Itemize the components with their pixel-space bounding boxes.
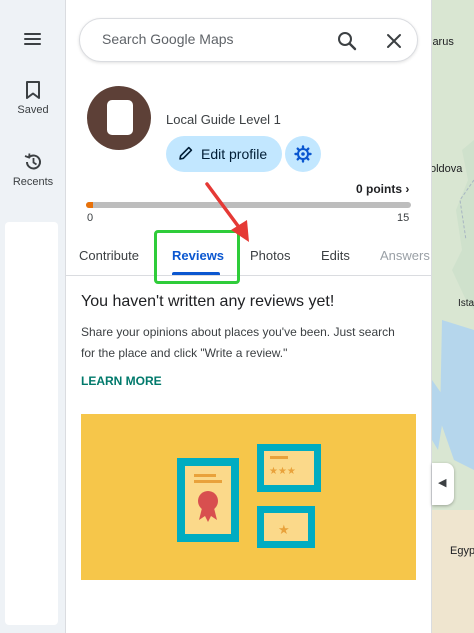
rail-list-area [5, 222, 58, 625]
active-tab-indicator [172, 272, 220, 275]
map-features [432, 0, 474, 633]
tab-photos[interactable]: Photos [250, 248, 290, 263]
search-icon[interactable] [335, 29, 359, 53]
map-view[interactable]: larus oldova Ista Egyp [432, 0, 474, 633]
certificates-illustration: ★★★ ★ [81, 414, 416, 580]
recents-button[interactable]: Recents [0, 152, 66, 188]
empty-state-heading: You haven't written any reviews yet! [81, 293, 335, 310]
svg-text:★★★: ★★★ [269, 466, 296, 477]
guide-level: Local Guide Level 1 [166, 112, 281, 127]
gear-icon [294, 145, 312, 163]
tab-contribute[interactable]: Contribute [79, 248, 139, 263]
learn-more-link[interactable]: LEARN MORE [81, 374, 162, 388]
recents-label: Recents [12, 176, 54, 188]
contributions-panel: Local Guide Level 1 Edit profile 0 point… [66, 0, 432, 633]
settings-button[interactable] [285, 136, 321, 172]
tab-reviews[interactable]: Reviews [172, 248, 224, 263]
tab-bar: Contribute Reviews Photos Edits Answers [66, 234, 432, 276]
search-box [79, 18, 418, 62]
points-progress-fill [86, 202, 93, 208]
tab-answers[interactable]: Answers [380, 248, 430, 263]
pencil-icon [179, 146, 193, 160]
svg-text:★: ★ [278, 523, 290, 538]
map-label-istanbul: Ista [458, 298, 474, 309]
history-icon [24, 153, 41, 170]
chevron-left-icon: ◀ [438, 477, 447, 489]
menu-icon[interactable] [20, 30, 44, 48]
bookmark-icon [26, 81, 40, 99]
side-rail: Saved Recents [0, 0, 66, 633]
close-icon[interactable] [382, 29, 406, 53]
saved-button[interactable]: Saved [0, 80, 66, 116]
map-label-moldova: oldova [432, 163, 463, 175]
map-label-egypt: Egyp [450, 545, 474, 557]
search-input[interactable] [102, 31, 332, 47]
avatar [87, 86, 151, 150]
progress-min-label: 0 [87, 212, 94, 224]
empty-state-description: Share your opinions about places you've … [81, 325, 395, 360]
map-label-belarus: larus [432, 36, 454, 48]
progress-max-label: 15 [397, 212, 410, 224]
saved-label: Saved [17, 104, 49, 116]
points-link[interactable]: 0 points › [356, 182, 409, 196]
collapse-panel-button[interactable]: ◀ [432, 463, 454, 505]
points-progress-bar [86, 202, 411, 208]
edit-profile-label: Edit profile [201, 146, 268, 162]
tab-edits[interactable]: Edits [321, 248, 350, 263]
edit-profile-button[interactable]: Edit profile [166, 136, 282, 172]
